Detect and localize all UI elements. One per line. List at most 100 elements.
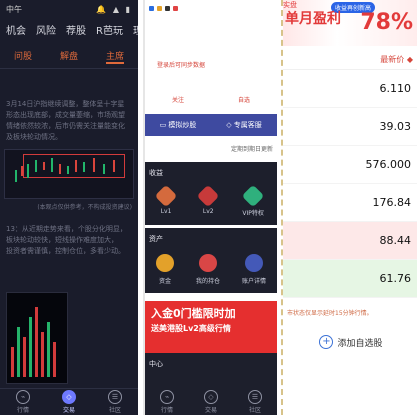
nav-community[interactable]: ☰ 社区 [108,390,122,414]
envelope-icon [198,254,217,272]
price-column-header[interactable]: 最新价 ◆ [283,46,417,70]
item-label: Lv2 [202,208,214,215]
volume-bar [41,332,44,377]
tab-ask[interactable]: 问股 [14,49,32,64]
simulate-trade-button[interactable]: ▭ 模拟炒股 [145,120,211,130]
level2-item[interactable]: Lv2 [196,184,220,217]
support-button[interactable]: ◇ 专属客服 [211,120,277,130]
trade-icon: ◇ [204,390,218,404]
nav-label: 交易 [204,407,217,414]
top-nav-item[interactable]: R芭玩 [96,22,123,37]
add-label: 添加自选股 [337,338,383,349]
top-nav-item[interactable]: 风险 [36,22,56,37]
tab-follow[interactable]: 关注 [172,95,184,104]
add-watchlist-button[interactable]: + 添加自选股 [283,317,417,349]
section-title: 资产 [149,235,163,243]
login-sync-link[interactable]: 登录后可同步数据 [145,16,277,69]
tab-watchlist[interactable]: 自选 [238,95,250,104]
price-row[interactable]: 176.84 [283,184,417,222]
nav-quotes[interactable]: ⌁ 行情 [160,390,174,414]
price-row[interactable]: 576.000 [283,146,417,184]
promo-banner[interactable]: 入金0门槛限时加 送美港股Lv2高级行情 [145,301,277,353]
diamond-icon: ◇ [226,121,234,129]
volume-chart-image [6,292,68,384]
info-strip: 定期到期日更新 [145,136,277,162]
app-icon [149,5,154,11]
account-app-panel: 登录后可同步数据 关注 自选 ▭ 模拟炒股 ◇ 专属客服 定期到期日更新 收益 … [143,0,277,415]
candle [67,166,69,174]
funds-item[interactable]: 资金 [155,254,174,285]
app-icon [157,5,162,11]
account-item[interactable]: 账户详情 [242,254,266,285]
candle [43,162,45,170]
plus-icon: + [319,335,334,349]
action-bar: ▭ 模拟炒股 ◇ 专属客服 [145,114,277,136]
bank-icon [244,254,263,272]
p2-tabs: 关注 自选 [145,69,277,104]
news-body: 3月14日沪指继续调整，整体呈十字星 形态出现底部，成交量萎缩，市场观望 情绪依… [0,69,138,143]
status-icons: 🔔 ▲ ▮ [96,4,132,14]
candle [83,162,85,172]
price-row[interactable]: 88.44 [283,222,417,260]
news-line: 情绪依然较浓，后市仍需关注量能变化 [6,122,125,130]
price-row[interactable]: 6.110 [283,70,417,108]
money-bag-icon [155,254,174,272]
hex-icon [196,184,220,208]
top-nav-item[interactable]: 理财 [133,22,138,37]
price-row[interactable]: 61.76 [283,260,417,298]
highlight-box [23,154,125,178]
item-label: 账户详情 [241,278,266,285]
banner-line1: 入金0门槛限时加 [151,307,236,320]
bottom-nav: ⌁ 行情 ◇ 交易 ☰ 社区 [0,388,138,415]
news-line: 及板块轮动情况。 [6,133,62,141]
watchlist-panel: 实盘 收益再创新高 单月盈利 78% 最新价 ◆ 6.110 39.03 576… [281,0,417,415]
tab-analysis[interactable]: 解盘 [60,49,78,64]
candle [103,164,105,174]
news-line: 形态出现底部，成交量萎缩，市场观望 [6,111,125,119]
community-icon: ☰ [248,390,262,404]
section-title: 收益 [149,169,163,177]
nav-trade[interactable]: ◇ 交易 [62,390,76,414]
trade-icon: ◇ [62,390,76,404]
candle [27,164,29,178]
nav-community[interactable]: ☰ 社区 [248,390,262,414]
top-nav-item[interactable]: 机会 [6,22,26,37]
nav-label: 交易 [62,407,75,414]
item-label: VIP特权 [242,210,264,217]
item-label: 我的持仓 [195,278,220,285]
price-row[interactable]: 39.03 [283,108,417,146]
nav-trade[interactable]: ◇ 交易 [204,390,218,414]
item-label: 资金 [158,278,171,285]
holdings-item[interactable]: 我的持仓 [196,254,220,285]
promo-percent: 78% [360,10,413,35]
candle [15,170,17,182]
candle [75,160,77,172]
promo-header[interactable]: 实盘 收益再创新高 单月盈利 78% [283,0,417,46]
status-time: 中午 [6,4,22,14]
level-row: Lv1 Lv2 VIP特权 [145,180,277,217]
item-label: Lv1 [160,208,172,215]
volume-bar [35,307,38,377]
news-line: 3月14日沪指继续调整，整体呈十字星 [6,100,125,108]
volume-bar [23,337,26,377]
nav-label: 社区 [248,407,261,414]
status-bar [145,0,277,16]
volume-bar [53,342,56,377]
candlestick-chart-image [4,149,134,199]
nav-label: 社区 [108,407,121,414]
candle [113,160,115,172]
top-nav-item[interactable]: 荐股 [66,22,86,37]
community-icon: ☰ [108,390,122,404]
section-title: 中心 [149,360,163,368]
nav-label: 行情 [16,407,29,414]
app-icon [165,5,170,11]
vip-item[interactable]: VIP特权 [241,184,265,217]
candle [59,164,61,174]
body-line: 13：从近期走势来看，个股分化明显， [6,225,127,233]
nav-quotes[interactable]: ⌁ 行情 [16,390,30,414]
level1-item[interactable]: Lv1 [154,184,178,217]
tab-chief[interactable]: 主席 [105,49,124,64]
volume-bar [47,322,50,377]
button-label: 专属客服 [233,121,262,129]
candle [51,158,53,172]
